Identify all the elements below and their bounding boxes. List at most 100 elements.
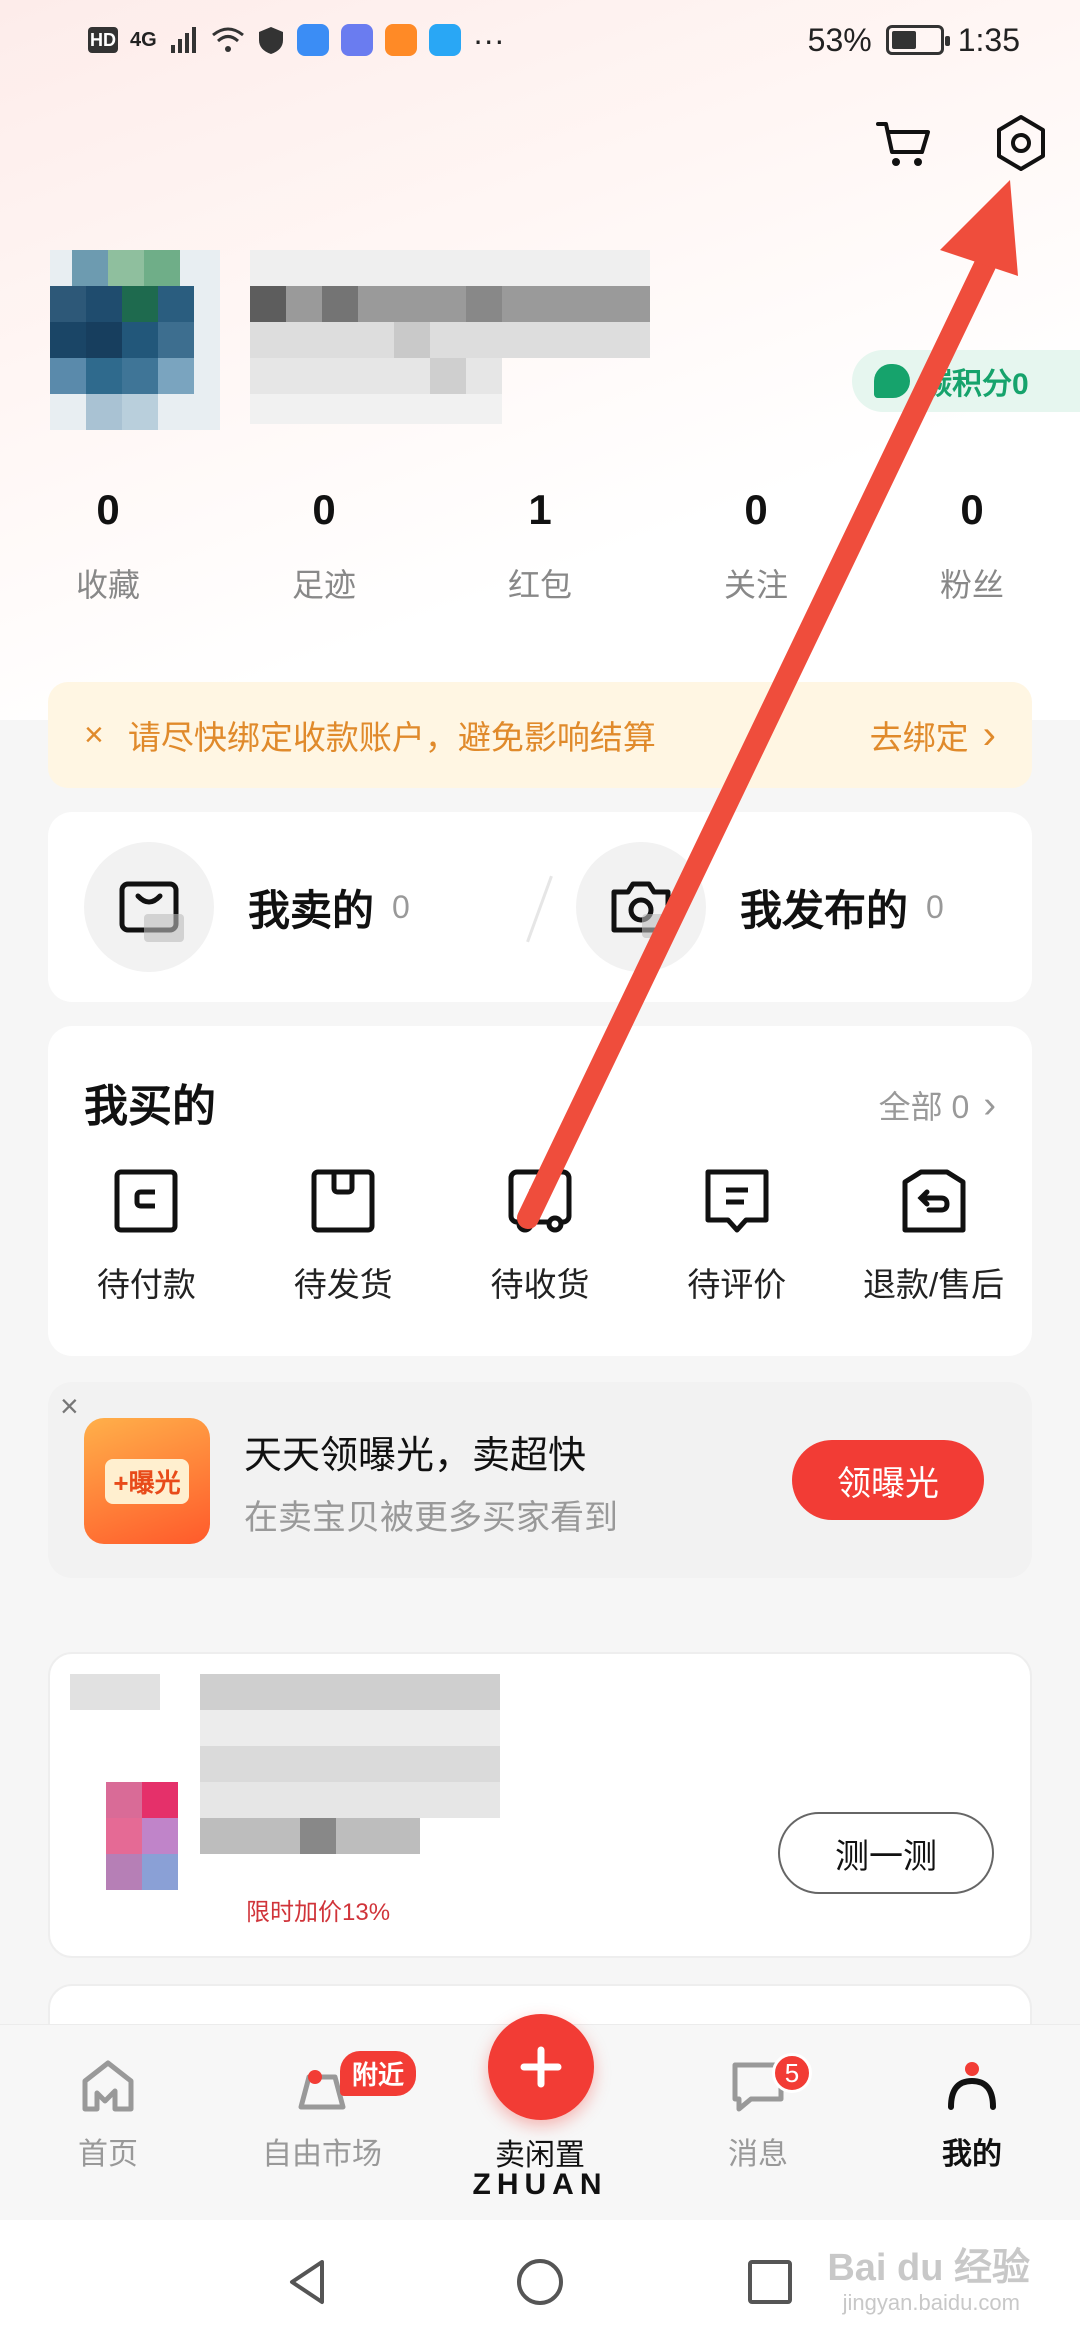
home-icon <box>82 2060 134 2112</box>
bag-icon <box>119 881 184 942</box>
stat-label: 关注 <box>723 567 788 603</box>
my-purchases-title: 我买的 <box>84 1082 216 1131</box>
my-sold-entry[interactable]: 我卖的 0 <box>48 842 540 972</box>
order-refund-after-sale[interactable]: 退款/售后 <box>835 1166 1032 1306</box>
status-left: HD 4G ··· <box>88 22 505 59</box>
notice-text: 请尽快绑定收款账户，避免影响结算 <box>127 719 656 756</box>
my-published-count: 0 <box>926 888 944 925</box>
claim-exposure-button[interactable]: 领曝光 <box>792 1440 984 1520</box>
nav-messages-label: 消息 <box>728 2138 788 2171</box>
stat-following[interactable]: 0 关注 <box>648 480 864 606</box>
order-status-label: 待收货 <box>490 1266 590 1303</box>
nav-mine[interactable]: 我的 <box>872 2055 1072 2173</box>
sold-icon-wrap <box>84 842 214 972</box>
nav-messages[interactable]: 消息 5 <box>658 2053 858 2173</box>
close-promo-icon[interactable]: × <box>60 1388 79 1425</box>
nav-home-label: 首页 <box>78 2138 138 2171</box>
my-published-label: 我发布的 <box>740 886 909 934</box>
avatar[interactable] <box>50 250 220 430</box>
plus-icon <box>520 2046 562 2088</box>
order-pending-review[interactable]: 待评价 <box>638 1166 835 1306</box>
stat-footprints[interactable]: 0 足迹 <box>216 480 432 606</box>
chevron-right-icon: › <box>982 712 996 757</box>
nearby-badge: 附近 <box>340 2051 417 2096</box>
bind-account-link[interactable]: 去绑定 › <box>870 711 996 759</box>
order-pending-payment[interactable]: 待付款 <box>48 1166 245 1306</box>
profile-icon <box>948 2062 996 2110</box>
selling-card: 我卖的 0 我发布的 0 <box>48 812 1032 1002</box>
avatar-mosaic <box>50 250 220 430</box>
exposure-promo-card[interactable]: +曝光 天天领曝光，卖超快 在卖宝贝被更多买家看到 领曝光 <box>48 1382 1032 1578</box>
refund-icon <box>902 1169 966 1233</box>
recent-apps-icon[interactable] <box>744 2256 796 2308</box>
all-orders-link[interactable]: 全部 0 › <box>879 1082 996 1128</box>
video-app-icon <box>384 24 417 56</box>
order-status-label: 待发货 <box>293 1266 393 1303</box>
wifi-icon <box>211 27 244 52</box>
my-published-entry[interactable]: 我发布的 0 <box>540 842 1032 972</box>
stat-favorites[interactable]: 0 收藏 <box>0 480 216 606</box>
leaf-icon <box>874 364 910 398</box>
battery-fill <box>891 31 917 49</box>
order-status-row: 待付款 待发货 待收货 待评价 退款/售后 <box>48 1166 1032 1306</box>
stat-fans[interactable]: 0 粉丝 <box>864 480 1080 606</box>
my-sold-count: 0 <box>392 888 410 925</box>
stat-value: 0 <box>96 486 120 533</box>
bind-account-notice: × 请尽快绑定收款账户，避免影响结算 去绑定 › <box>48 682 1032 788</box>
more-status-icon: ··· <box>472 21 505 58</box>
stat-value: 1 <box>528 486 552 533</box>
music-app-icon <box>340 24 373 56</box>
home-circle-icon[interactable] <box>514 2256 566 2308</box>
order-pending-shipment[interactable]: 待发货 <box>245 1166 442 1306</box>
signal-label: 4G <box>130 28 157 51</box>
stat-value: 0 <box>960 486 984 533</box>
back-icon[interactable] <box>282 2256 334 2308</box>
nav-market-label: 自由市场 <box>262 2138 382 2171</box>
username <box>250 250 650 430</box>
shield-icon <box>258 27 283 54</box>
stat-value: 0 <box>744 486 768 533</box>
test-button[interactable]: 测一测 <box>778 1812 994 1894</box>
signal-icon <box>170 27 196 53</box>
carbon-points-label: 碳积分0 <box>922 368 1029 401</box>
stats-row: 0 收藏 0 足迹 1 红包 0 关注 0 粉丝 <box>0 480 1080 606</box>
search-app-icon <box>428 24 461 56</box>
baidu-watermark: Bai du 经验 <box>827 2247 1030 2289</box>
stat-label: 红包 <box>507 567 572 603</box>
exposure-badge: +曝光 <box>105 1458 189 1504</box>
published-icon-wrap <box>576 842 706 972</box>
settings-icon[interactable] <box>990 112 1052 174</box>
stat-label: 足迹 <box>291 567 356 603</box>
carbon-points-badge[interactable]: 碳积分0 <box>852 350 1080 412</box>
promo-title: 天天领曝光，卖超快 <box>244 1435 587 1477</box>
comment-icon <box>705 1169 769 1233</box>
cart-icon[interactable] <box>872 112 934 174</box>
bind-account-label: 去绑定 <box>869 719 969 756</box>
battery-icon <box>885 25 950 55</box>
stat-red-packets[interactable]: 1 红包 <box>432 480 648 606</box>
truck-icon <box>508 1169 572 1233</box>
wallet-icon <box>114 1169 178 1233</box>
battery-percent: 53% <box>807 21 872 58</box>
box-icon <box>311 1169 375 1233</box>
order-status-label: 退款/售后 <box>863 1266 1005 1303</box>
chevron-right-icon: › <box>983 1083 996 1126</box>
my-sold-label: 我卖的 <box>248 886 375 934</box>
status-right: 53% 1:35 <box>808 22 1020 59</box>
valuation-card[interactable]: 限时加价13% 测一测 <box>48 1652 1032 1958</box>
clock: 1:35 <box>957 21 1020 58</box>
nav-mine-label: 我的 <box>942 2138 1002 2171</box>
my-purchases-card: 我买的 全部 0 › 待付款 待发货 待收货 待评价 退款/售后 <box>48 1026 1032 1356</box>
stat-label: 粉丝 <box>939 567 1004 603</box>
order-pending-receipt[interactable]: 待收货 <box>442 1166 639 1306</box>
nav-market[interactable]: 自由市场 附近 <box>222 2051 422 2173</box>
promo-subtitle: 在卖宝贝被更多买家看到 <box>244 1499 618 1537</box>
username-mosaic <box>250 250 650 424</box>
sell-item-button[interactable] <box>488 2014 594 2120</box>
close-notice-icon[interactable]: × <box>84 716 104 755</box>
nav-home[interactable]: 首页 <box>8 2055 208 2173</box>
order-status-label: 待评价 <box>687 1266 787 1303</box>
exposure-promo-image: +曝光 <box>84 1418 210 1544</box>
camera-icon <box>611 881 672 938</box>
valuation-partial-text: 限时加价13% <box>246 1899 391 1926</box>
